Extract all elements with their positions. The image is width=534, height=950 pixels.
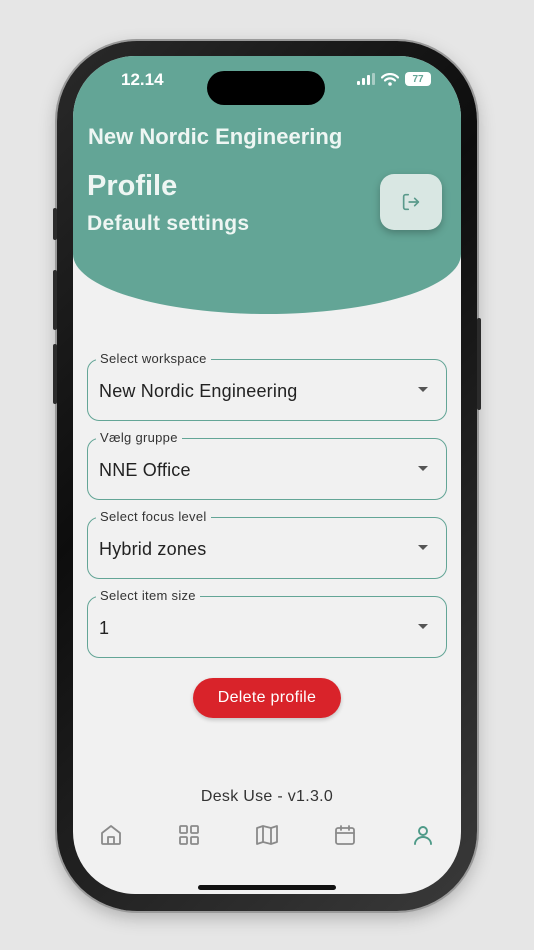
- bottom-nav: [73, 818, 461, 852]
- group-select[interactable]: Vælg gruppe NNE Office: [87, 430, 447, 500]
- grid-icon: [179, 825, 199, 845]
- map-icon: [256, 825, 278, 845]
- chevron-down-icon: [418, 466, 428, 471]
- status-time: 12.14: [121, 70, 164, 89]
- volume-down-button: [53, 344, 57, 404]
- app-screen: 12.14 77 New Nordic Engineering Profile …: [73, 56, 461, 894]
- workspace-select-value: New Nordic Engineering: [99, 381, 298, 401]
- workspace-select[interactable]: Select workspace New Nordic Engineering: [87, 351, 447, 421]
- home-icon: [101, 825, 121, 845]
- workspace-select-label: Select workspace: [96, 351, 211, 366]
- nav-profile[interactable]: [405, 818, 441, 852]
- focus-level-select-label: Select focus level: [96, 509, 211, 524]
- app-version: Desk Use - v1.3.0: [200, 788, 334, 805]
- item-size-select-label: Select item size: [96, 588, 200, 603]
- nav-map[interactable]: [249, 818, 285, 852]
- group-select-label: Vælg gruppe: [96, 430, 182, 445]
- org-name: New Nordic Engineering: [88, 124, 343, 149]
- battery-icon: 77: [405, 72, 431, 86]
- volume-up-button: [53, 270, 57, 330]
- chevron-down-icon: [418, 387, 428, 392]
- power-button: [477, 318, 481, 410]
- page-subtitle: Default settings: [87, 212, 250, 235]
- item-size-select-value: 1: [99, 618, 110, 638]
- item-size-select[interactable]: Select item size 1: [87, 588, 447, 658]
- delete-profile-button[interactable]: Delete profile: [193, 678, 341, 718]
- nav-overview[interactable]: [171, 818, 207, 852]
- calendar-icon: [335, 825, 355, 845]
- action-button: [53, 208, 57, 240]
- home-indicator: [198, 885, 336, 890]
- chevron-down-icon: [418, 545, 428, 550]
- nav-home[interactable]: [93, 818, 129, 852]
- signal-icon: [357, 73, 375, 85]
- dynamic-island: [207, 71, 325, 105]
- page-title: Profile: [87, 170, 178, 202]
- logout-icon: [402, 193, 420, 211]
- status-icons: 77: [357, 72, 431, 86]
- wifi-icon: [381, 72, 399, 86]
- focus-level-select[interactable]: Select focus level Hybrid zones: [87, 509, 447, 579]
- chevron-down-icon: [418, 624, 428, 629]
- person-icon: [414, 826, 432, 845]
- focus-level-select-value: Hybrid zones: [99, 539, 207, 559]
- logout-button[interactable]: [380, 174, 442, 230]
- group-select-value: NNE Office: [99, 460, 191, 480]
- nav-calendar[interactable]: [327, 818, 363, 852]
